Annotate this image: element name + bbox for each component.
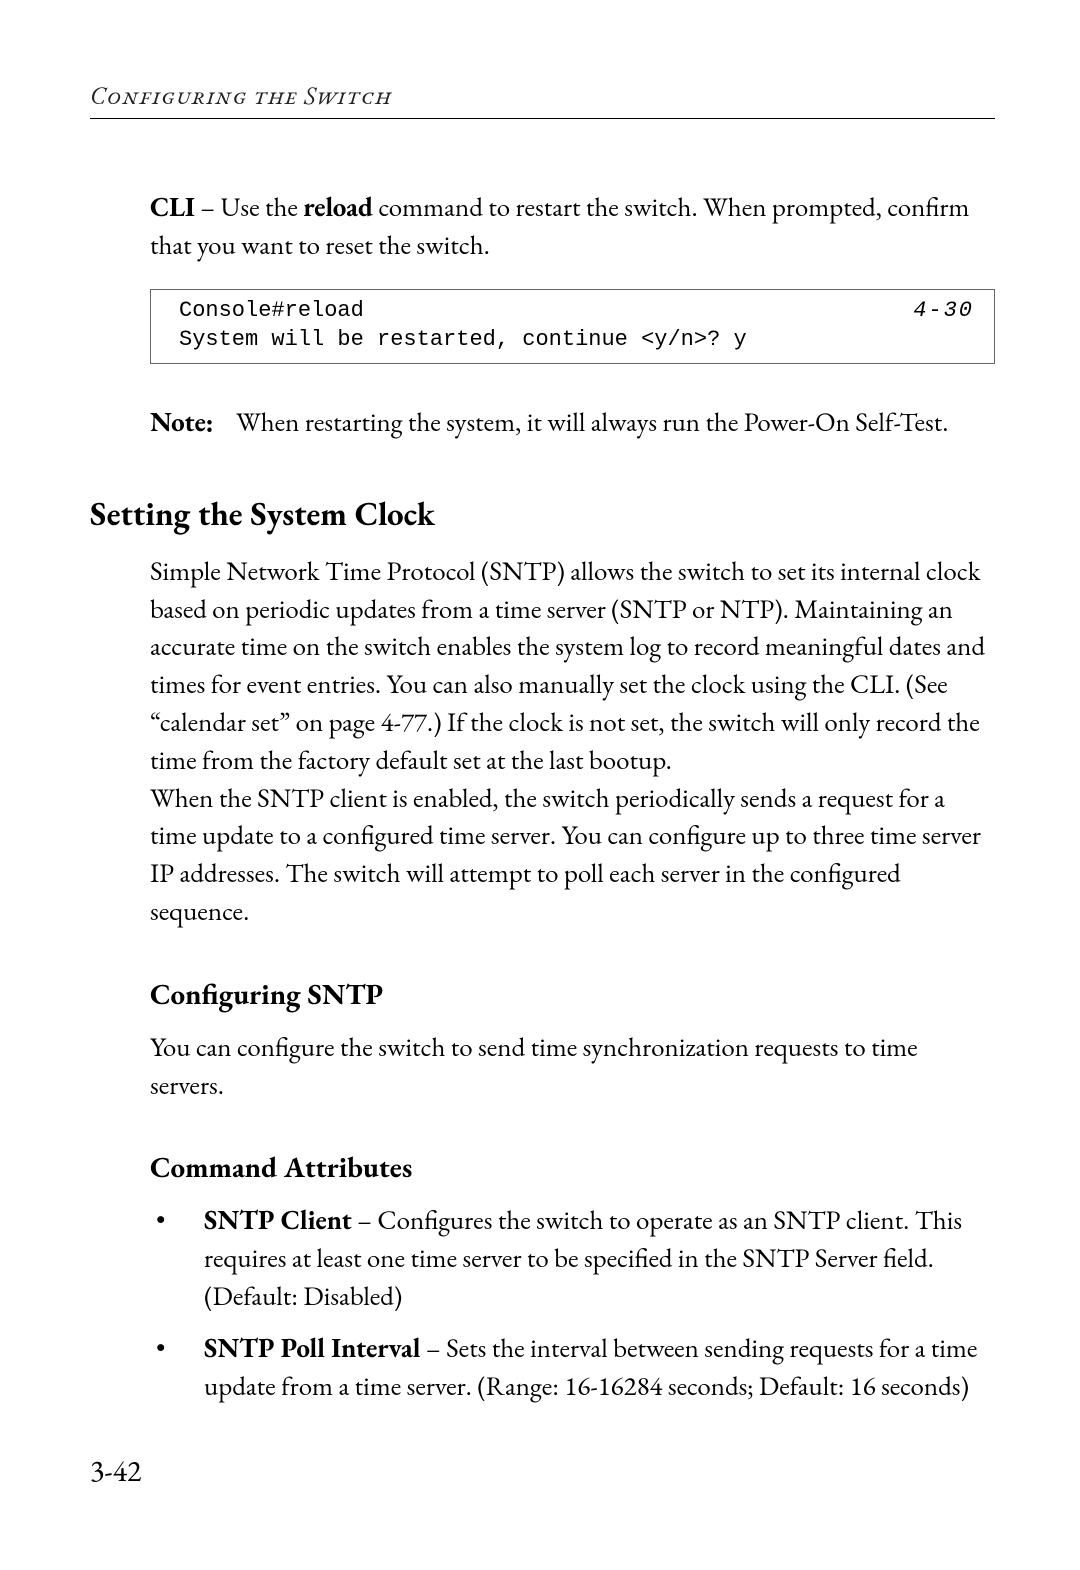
attr-term: SNTP Poll Interval xyxy=(204,1331,420,1366)
body-column: CLI – Use the reload command to restart … xyxy=(150,189,995,442)
section-heading-setting-system-clock: Setting the System Clock xyxy=(90,492,995,535)
code-box: Console#reload System will be restarted,… xyxy=(150,289,995,364)
configuring-sntp-para: You can configure the switch to send tim… xyxy=(150,1029,995,1105)
list-item: • SNTP Client – Configures the switch to… xyxy=(150,1202,995,1315)
note-text: When restarting the system, it will alwa… xyxy=(236,404,995,442)
cli-cmd: reload xyxy=(303,190,373,225)
cli-intro-paragraph: CLI – Use the reload command to restart … xyxy=(150,189,995,265)
cli-pre: Use the xyxy=(220,190,303,225)
page-root: Configuring the Switch CLI – Use the rel… xyxy=(0,0,1080,1570)
page-number: 3-42 xyxy=(90,1451,141,1490)
list-item-text: SNTP Client – Configures the switch to o… xyxy=(204,1202,995,1315)
list-item-text: SNTP Poll Interval – Sets the interval b… xyxy=(204,1330,995,1406)
code-lines: Console#reload System will be restarted,… xyxy=(179,296,747,355)
sntp-overview-para-1: Simple Network Time Protocol (SNTP) allo… xyxy=(150,553,995,780)
note-label: Note: xyxy=(150,404,236,442)
cli-dash: – xyxy=(195,190,221,225)
subheading-command-attributes: Command Attributes xyxy=(150,1148,995,1186)
command-attributes-list: • SNTP Client – Configures the switch to… xyxy=(150,1202,995,1405)
body-column-2: Simple Network Time Protocol (SNTP) allo… xyxy=(150,553,995,1406)
bullet-icon: • xyxy=(150,1202,204,1315)
subheading-configuring-sntp: Configuring SNTP xyxy=(150,975,995,1013)
note-block: Note: When restarting the system, it wil… xyxy=(150,404,995,442)
sntp-overview-para-2: When the SNTP client is enabled, the swi… xyxy=(150,780,995,931)
cli-label: CLI xyxy=(150,190,195,225)
code-page-ref: 4-30 xyxy=(913,296,974,326)
bullet-icon: • xyxy=(150,1330,204,1406)
attr-term: SNTP Client xyxy=(204,1203,352,1238)
list-item: • SNTP Poll Interval – Sets the interval… xyxy=(150,1330,995,1406)
running-head: Configuring the Switch xyxy=(90,80,995,119)
